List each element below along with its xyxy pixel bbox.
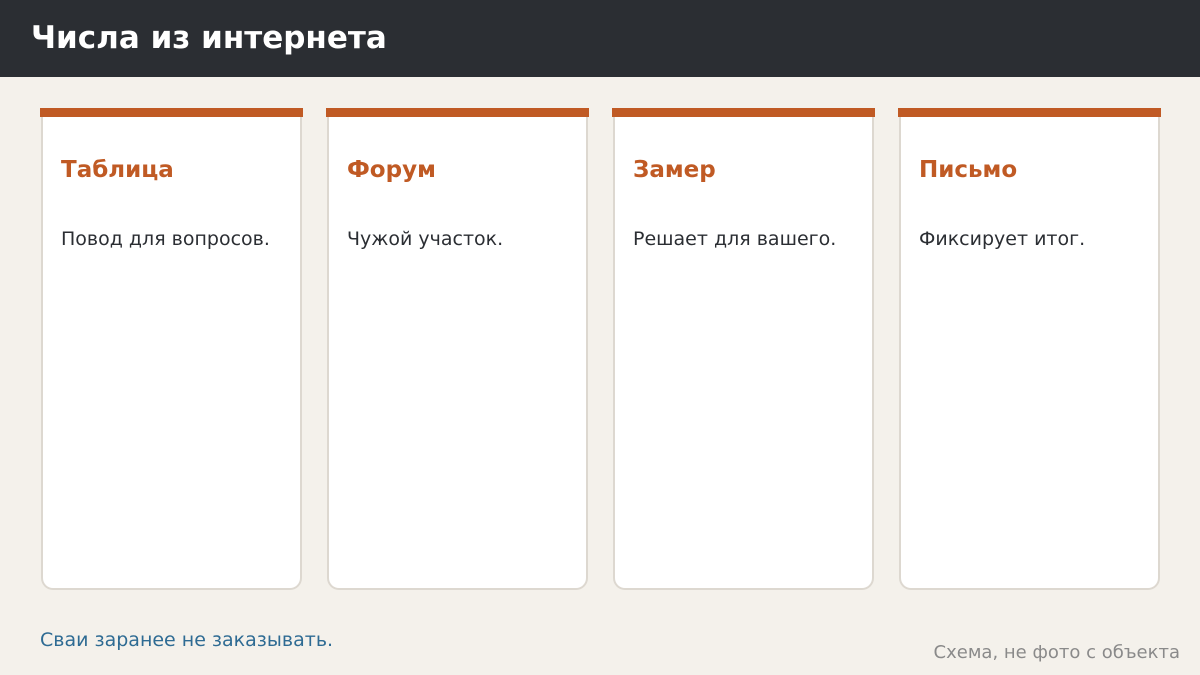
card-title: Замер: [633, 157, 716, 183]
card-title: Таблица: [61, 157, 174, 183]
card-accent-bar: [898, 108, 1161, 117]
card-title: Форум: [347, 157, 436, 183]
card-body: Письмо Фиксирует итог.: [899, 117, 1160, 590]
card-body: Замер Решает для вашего.: [613, 117, 874, 590]
card-text: Чужой участок.: [347, 228, 504, 250]
card-accent-bar: [326, 108, 589, 117]
page-title: Числа из интернета: [31, 20, 387, 56]
footer-note: Сваи заранее не заказывать.: [40, 629, 334, 651]
card-letter: Письмо Фиксирует итог.: [898, 108, 1161, 590]
card-title: Письмо: [919, 157, 1018, 183]
card-body: Таблица Повод для вопросов.: [41, 117, 302, 590]
card-accent-bar: [612, 108, 875, 117]
card-body: Форум Чужой участок.: [327, 117, 588, 590]
card-forum: Форум Чужой участок.: [326, 108, 589, 590]
card-text: Повод для вопросов.: [61, 228, 270, 250]
card-text: Решает для вашего.: [633, 228, 837, 250]
card-accent-bar: [40, 108, 303, 117]
card-table: Таблица Повод для вопросов.: [40, 108, 303, 590]
footer-caption: Схема, не фото с объекта: [933, 642, 1180, 663]
card-text: Фиксирует итог.: [919, 228, 1086, 250]
card-measurement: Замер Решает для вашего.: [612, 108, 875, 590]
header-bar: Числа из интернета: [0, 0, 1200, 77]
